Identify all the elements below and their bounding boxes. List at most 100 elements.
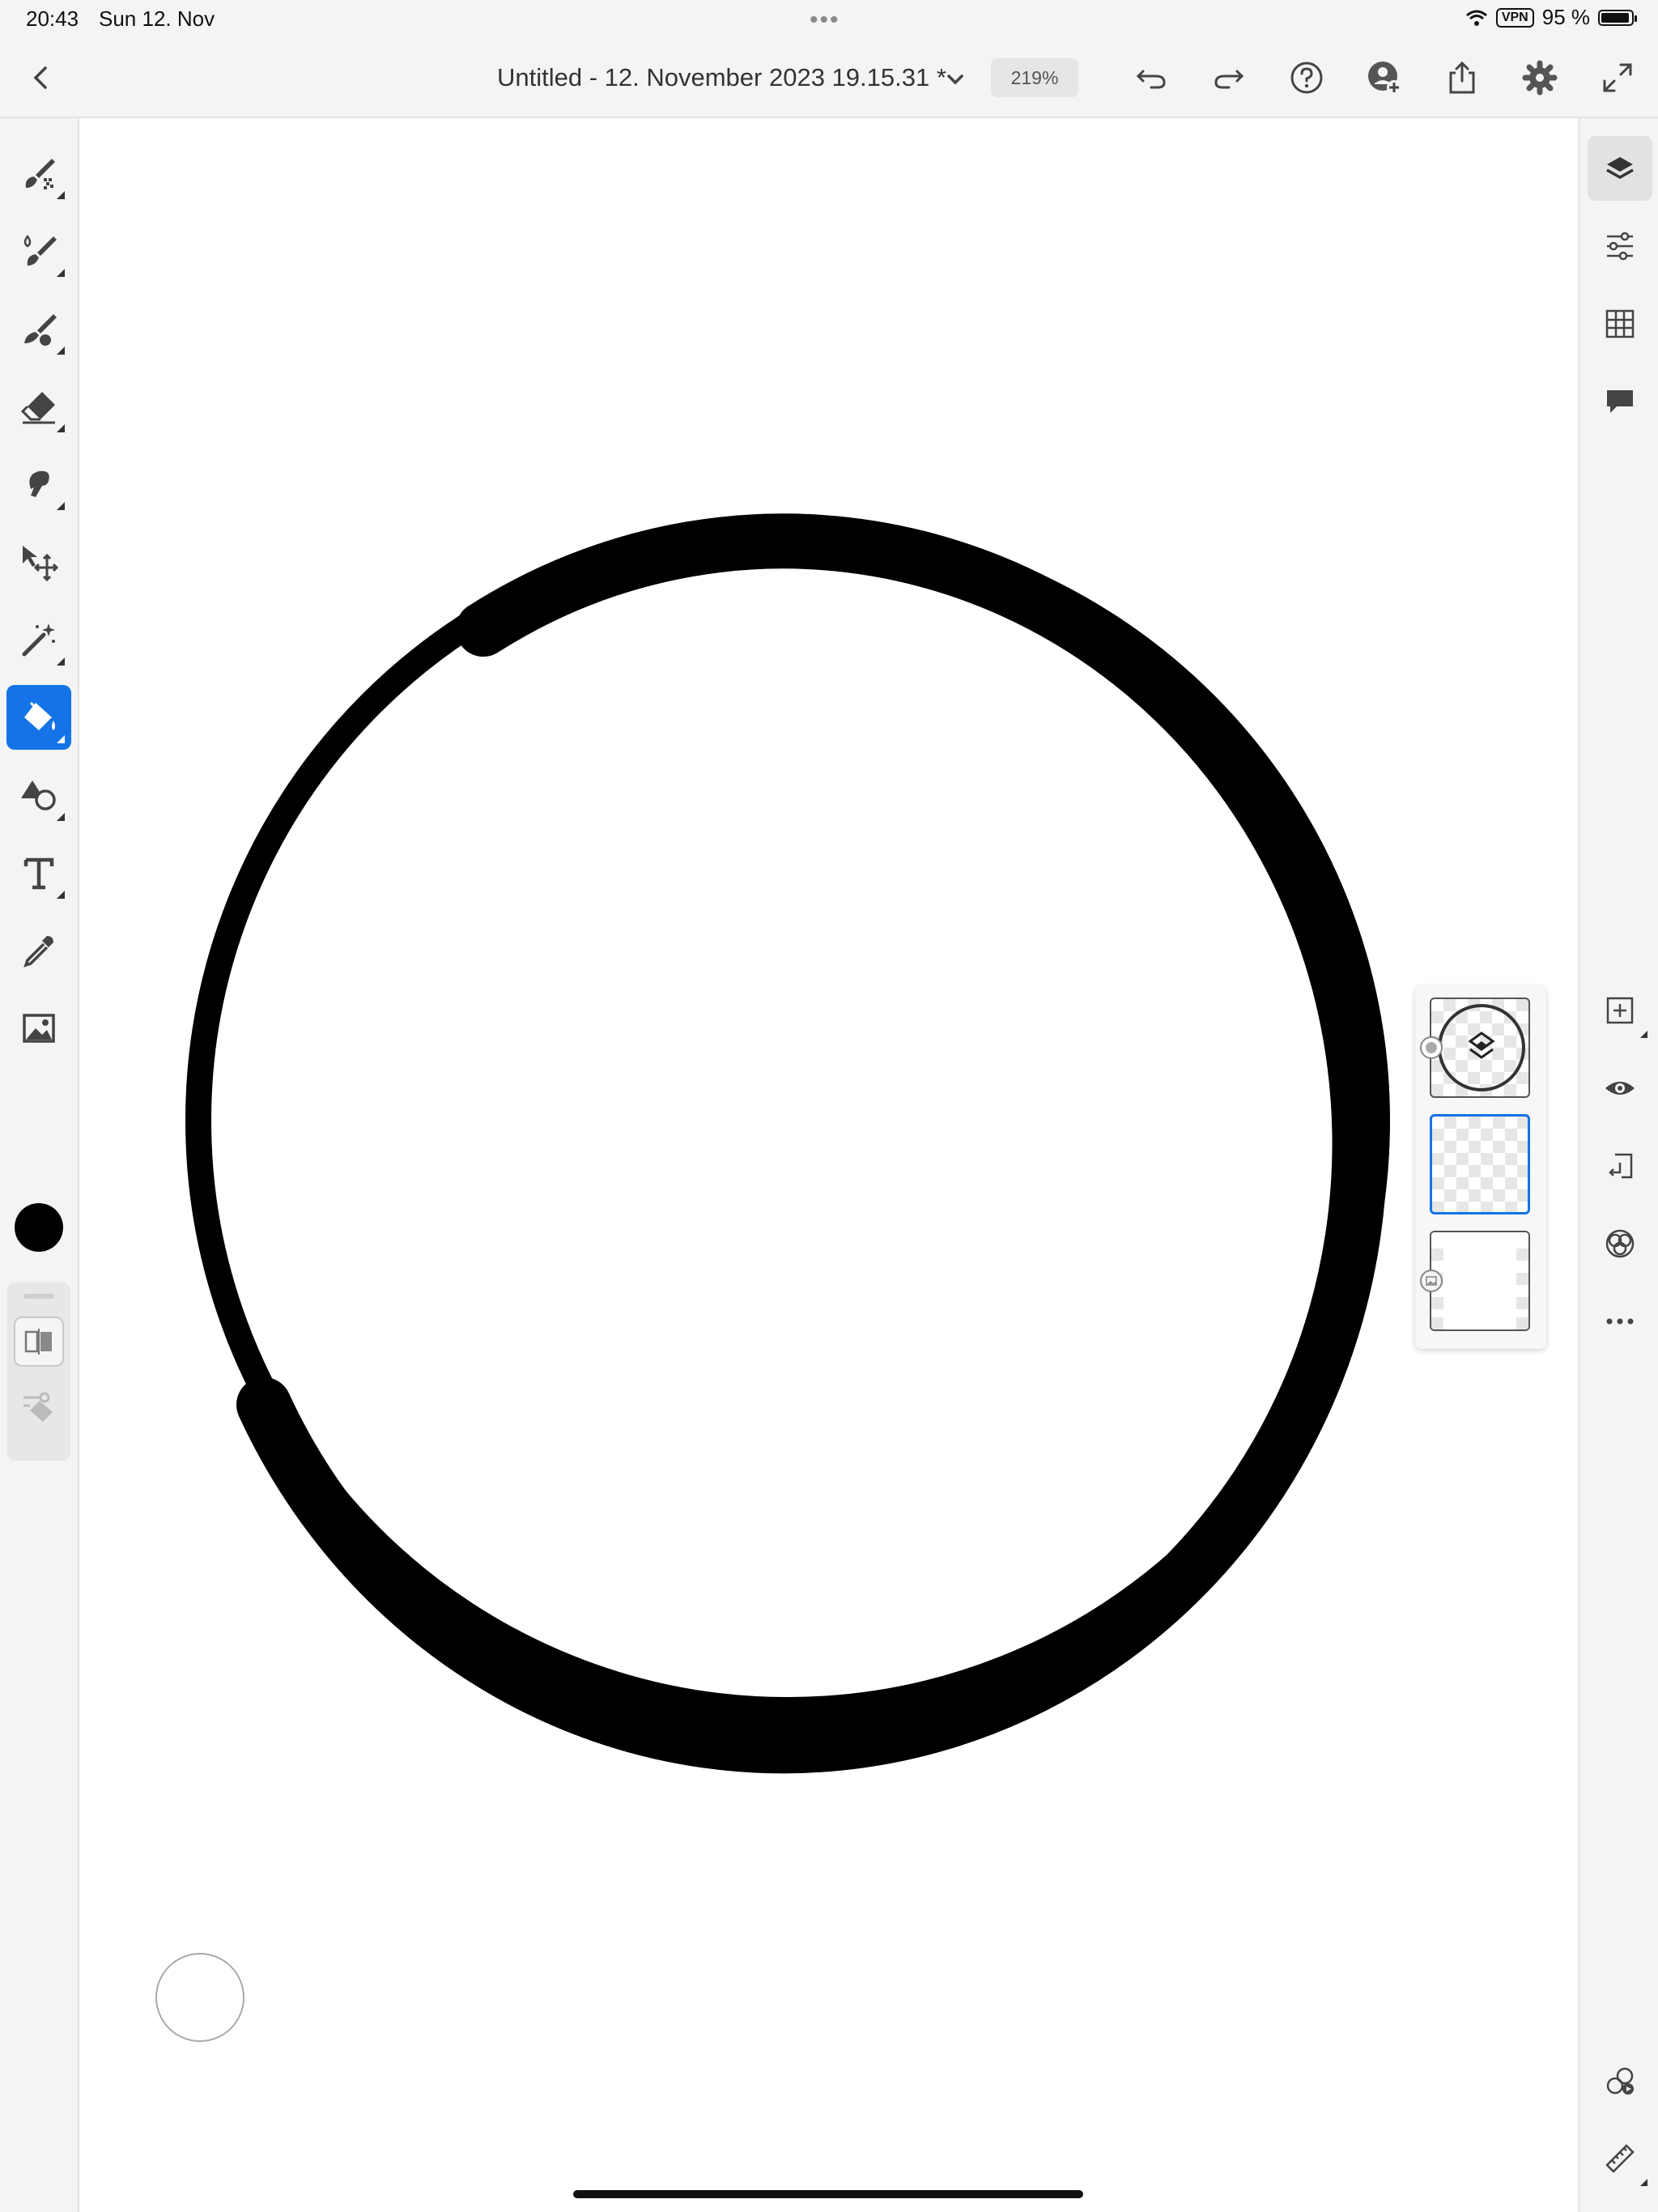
zoom-level[interactable]: 219% — [991, 58, 1078, 97]
eraser-tool[interactable] — [6, 374, 71, 439]
layer-properties-button[interactable] — [1588, 214, 1652, 279]
redo-button[interactable] — [1208, 57, 1250, 99]
more-icon — [1606, 1318, 1634, 1325]
selection-tool[interactable] — [6, 607, 71, 672]
undo-button[interactable] — [1130, 57, 1172, 99]
share-icon — [1449, 61, 1475, 94]
blend-mode-button[interactable] — [1588, 1211, 1652, 1276]
status-bar: 20:43 Sun 12. Nov ••• VPN 95 % — [0, 0, 1658, 39]
compare-icon — [24, 1329, 52, 1355]
live-brush-tool[interactable] — [6, 219, 71, 283]
battery-percent: 95 % — [1541, 5, 1590, 29]
comments-button[interactable] — [1588, 369, 1652, 434]
ruler-button[interactable] — [1588, 2126, 1652, 2191]
merge-down-button[interactable] — [1588, 1134, 1652, 1198]
ruler-icon — [1605, 2144, 1635, 2173]
help-button[interactable] — [1286, 57, 1328, 99]
pixel-brush-tool[interactable] — [6, 141, 71, 206]
layer-group-toggle[interactable] — [1420, 1036, 1443, 1059]
chevron-left-icon — [33, 66, 47, 89]
eye-icon — [1605, 1082, 1635, 1095]
current-color-swatch[interactable] — [15, 1203, 63, 1252]
text-tool[interactable] — [6, 840, 71, 905]
home-indicator[interactable] — [573, 2190, 1083, 2198]
chevron-down-icon — [947, 74, 963, 85]
right-panel-rail — [1579, 118, 1658, 2212]
layers-icon — [1606, 157, 1634, 180]
vector-brush-tool[interactable] — [6, 296, 71, 361]
layers-panel — [1415, 986, 1546, 1349]
more-options-button[interactable] — [1588, 1289, 1652, 1354]
fill-tool[interactable] — [6, 685, 71, 750]
layer-background-thumb[interactable] — [1430, 1231, 1530, 1331]
vector-brush-icon — [24, 314, 57, 346]
fill-settings-icon — [23, 1392, 53, 1422]
live-brush-icon — [23, 234, 57, 266]
add-user-icon — [1368, 62, 1401, 95]
visibility-button[interactable] — [1588, 1056, 1652, 1121]
shapes-tool[interactable] — [6, 763, 71, 827]
multitasking-dots-icon[interactable]: ••• — [810, 6, 840, 34]
plus-square-icon — [1606, 997, 1634, 1024]
redo-icon — [1214, 70, 1244, 89]
share-button[interactable] — [1441, 57, 1483, 99]
image-tool[interactable] — [6, 996, 71, 1061]
layer-group-thumb[interactable] — [1430, 998, 1530, 1098]
group-drag-handle[interactable] — [23, 1294, 54, 1299]
invite-button[interactable] — [1363, 57, 1405, 99]
layer-drawing-thumb[interactable] — [1430, 1114, 1530, 1214]
drawing-canvas[interactable] — [79, 118, 1577, 2212]
expand-icon — [1603, 63, 1632, 92]
paint-bucket-icon — [24, 701, 55, 730]
help-icon — [1290, 62, 1323, 94]
canvas-artwork — [185, 513, 1390, 1774]
fill-settings-button[interactable] — [20, 1389, 59, 1428]
settings-button[interactable] — [1519, 57, 1561, 99]
status-date: Sun 12. Nov — [99, 6, 215, 31]
fullscreen-button[interactable] — [1596, 57, 1639, 99]
wifi-icon — [1465, 10, 1487, 26]
magic-wand-icon — [22, 623, 55, 657]
tool-options-group — [7, 1283, 70, 1461]
top-toolbar: Untitled - 12. November 2023 19.15.31 * … — [0, 39, 1658, 118]
blend-icon — [1605, 1229, 1635, 1258]
eyedropper-tool[interactable] — [6, 918, 71, 983]
transform-tool[interactable] — [6, 530, 71, 594]
image-icon — [1426, 1276, 1437, 1286]
image-icon — [23, 1014, 55, 1043]
smudge-icon — [29, 470, 49, 497]
eyedropper-icon — [23, 936, 53, 968]
undo-icon — [1136, 70, 1166, 89]
merge-down-icon — [1609, 1153, 1633, 1179]
grid-icon — [1605, 309, 1635, 338]
shapes-icon — [21, 781, 56, 810]
back-button[interactable] — [21, 58, 60, 97]
sliders-icon — [1607, 232, 1633, 261]
livestream-icon — [1606, 2067, 1634, 2095]
document-menu-button[interactable] — [939, 63, 971, 96]
text-icon — [23, 857, 54, 890]
add-layer-button[interactable] — [1588, 978, 1652, 1043]
status-time: 20:43 — [26, 6, 79, 31]
battery-level — [1601, 12, 1630, 23]
document-title[interactable]: Untitled - 12. November 2023 19.15.31 * — [497, 63, 946, 92]
grid-button[interactable] — [1588, 291, 1652, 356]
tool-rail — [0, 118, 79, 2212]
layer-group-preview — [1438, 1004, 1525, 1091]
layers-icon — [1468, 1032, 1495, 1059]
smudge-tool[interactable] — [6, 452, 71, 517]
vpn-badge: VPN — [1495, 7, 1534, 28]
pixel-brush-icon — [25, 159, 55, 189]
compare-button[interactable] — [14, 1317, 64, 1367]
background-layer-badge[interactable] — [1420, 1270, 1443, 1292]
move-icon — [23, 546, 58, 581]
comment-icon — [1607, 390, 1633, 413]
gear-icon — [1522, 60, 1558, 96]
brush-size-preview[interactable] — [155, 1953, 244, 2042]
battery-icon — [1598, 9, 1637, 26]
eraser-icon — [20, 392, 55, 424]
layers-button[interactable] — [1588, 136, 1652, 201]
background-preview — [1431, 1232, 1528, 1329]
status-indicators: VPN 95 % — [1465, 5, 1637, 30]
livestream-button[interactable] — [1588, 2048, 1652, 2113]
